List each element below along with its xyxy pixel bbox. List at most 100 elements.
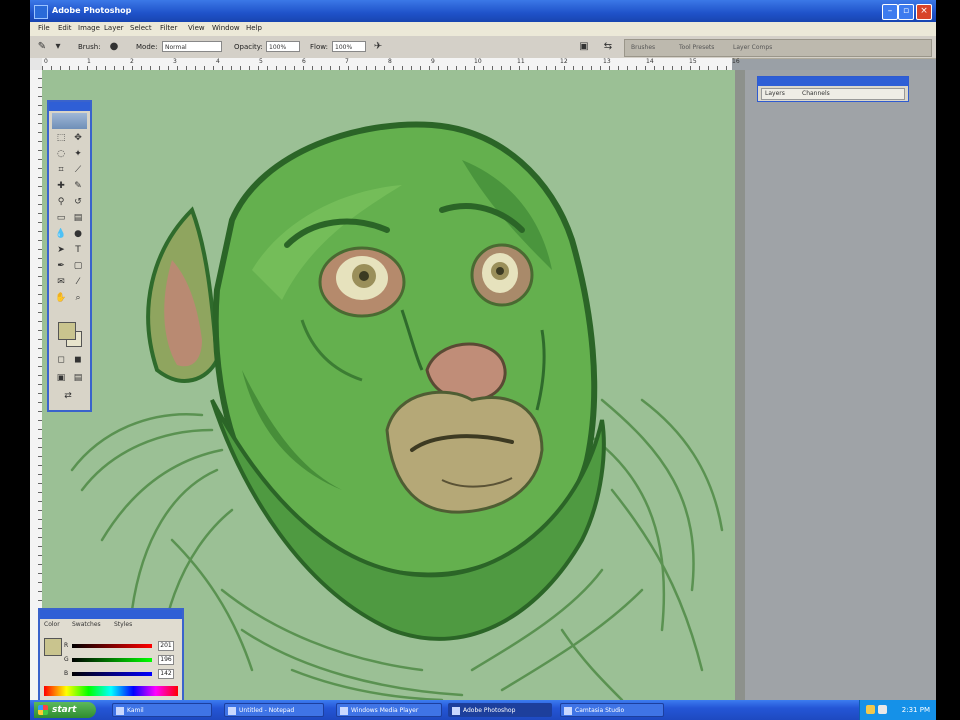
system-tray: 2:31 PM [859, 700, 936, 720]
clone-stamp-icon[interactable]: ⚲ [54, 196, 68, 209]
file-browser-icon[interactable]: ▣ [578, 41, 590, 53]
crop-tool-icon[interactable]: ⌗ [54, 164, 68, 177]
taskbar: start Kamil Untitled - Notepad Windows M… [30, 700, 936, 720]
folder-icon [116, 707, 124, 715]
close-button[interactable]: × [916, 4, 932, 20]
screen-mode-full-icon[interactable]: ▤ [71, 372, 85, 385]
healing-brush-icon[interactable]: ✚ [54, 180, 68, 193]
menu-window[interactable]: Window [212, 24, 240, 32]
menu-select[interactable]: Select [130, 24, 152, 32]
dodge-tool-icon[interactable]: ● [71, 228, 85, 241]
taskbar-item-camtasia[interactable]: Camtasia Studio [560, 703, 664, 717]
document-canvas[interactable] [42, 70, 735, 700]
menu-edit[interactable]: Edit [58, 24, 72, 32]
standard-mode-icon[interactable]: ◻ [54, 354, 68, 367]
taskbar-item-notepad[interactable]: Untitled - Notepad [224, 703, 324, 717]
flow-field[interactable]: 100% [332, 41, 366, 52]
notes-tool-icon[interactable]: ✉ [54, 276, 68, 289]
move-tool-icon[interactable]: ✥ [71, 132, 85, 145]
menu-layer[interactable]: Layer [104, 24, 124, 32]
clock[interactable]: 2:31 PM [902, 700, 930, 720]
pen-tool-icon[interactable]: ✒ [54, 260, 68, 273]
horizontal-ruler[interactable]: 0 1 2 3 4 5 6 7 8 9 10 11 12 13 14 15 16 [42, 58, 740, 70]
taskbar-item-kamil[interactable]: Kamil [112, 703, 212, 717]
flow-label: Flow: [310, 43, 328, 51]
mode-select[interactable]: Normal [162, 41, 222, 52]
minimize-button[interactable]: – [882, 4, 898, 20]
tools-palette-header[interactable] [49, 102, 90, 111]
path-selection-icon[interactable]: ➤ [54, 244, 68, 257]
menu-view[interactable]: View [188, 24, 205, 32]
slider-b[interactable] [72, 672, 152, 676]
layers-palette[interactable]: Layers Channels [757, 76, 909, 102]
value-g[interactable]: 196 [158, 655, 174, 665]
taskbar-item-photoshop[interactable]: Adobe Photoshop [448, 703, 552, 717]
brush-tool-icon[interactable]: ✎ [36, 41, 48, 53]
menu-file[interactable]: File [38, 24, 50, 32]
tab-brushes[interactable]: Brushes [631, 44, 655, 51]
airbrush-icon[interactable]: ✈ [372, 41, 384, 53]
tab-styles[interactable]: Styles [114, 621, 132, 628]
ruler-mark: 11 [517, 58, 525, 65]
tab-swatches[interactable]: Swatches [72, 621, 101, 628]
taskbar-item-media-player[interactable]: Windows Media Player [336, 703, 442, 717]
brush-preview-icon[interactable]: ● [108, 41, 120, 53]
color-spectrum-ramp[interactable] [44, 686, 178, 696]
brush-label: Brush: [78, 43, 101, 51]
tab-tool-presets[interactable]: Tool Presets [679, 44, 714, 51]
menu-help[interactable]: Help [246, 24, 262, 32]
eyedropper-icon[interactable]: ⁄ [71, 276, 85, 289]
title-bar[interactable]: Adobe Photoshop – ▫ × [30, 0, 936, 22]
palette-header[interactable] [758, 77, 908, 86]
eraser-tool-icon[interactable]: ▭ [54, 212, 68, 225]
vertical-ruler[interactable] [30, 70, 42, 700]
magic-wand-icon[interactable]: ✦ [71, 148, 85, 161]
ruler-mark: 8 [388, 58, 392, 65]
marquee-tool-icon[interactable]: ⬚ [54, 132, 68, 145]
screen-mode-standard-icon[interactable]: ▣ [54, 372, 68, 385]
photoshop-feather-logo[interactable] [52, 113, 87, 129]
gradient-tool-icon[interactable]: ▤ [71, 212, 85, 225]
tab-color[interactable]: Color [44, 621, 60, 628]
hand-tool-icon[interactable]: ✋ [54, 292, 68, 305]
ruler-mark: 2 [130, 58, 134, 65]
start-button[interactable]: start [34, 702, 96, 718]
maximize-button[interactable]: ▫ [898, 4, 914, 20]
lasso-tool-icon[interactable]: ◌ [54, 148, 68, 161]
quick-mask-icon[interactable]: ◼ [71, 354, 85, 367]
tool-preset-chevron-icon[interactable]: ▾ [52, 41, 64, 53]
ruler-mark: 12 [560, 58, 568, 65]
toggle-palettes-icon[interactable]: ⇆ [602, 41, 614, 53]
pasteboard [735, 70, 745, 700]
color-palette-header[interactable] [40, 610, 182, 619]
blur-tool-icon[interactable]: 💧 [54, 228, 68, 241]
zoom-tool-icon[interactable]: ⌕ [71, 292, 85, 305]
tray-volume-icon[interactable] [866, 705, 875, 714]
mode-label: Mode: [136, 43, 158, 51]
ruler-mark: 0 [44, 58, 48, 65]
jump-to-imageready-icon[interactable]: ⇄ [61, 390, 75, 403]
windows-logo-icon [38, 705, 48, 715]
menu-image[interactable]: Image [78, 24, 100, 32]
tray-network-icon[interactable] [878, 705, 887, 714]
tab-channels[interactable]: Channels [802, 90, 830, 97]
history-brush-icon[interactable]: ↺ [71, 196, 85, 209]
slider-label-r: R [64, 642, 69, 649]
value-b[interactable]: 142 [158, 669, 174, 679]
shape-tool-icon[interactable]: ▢ [71, 260, 85, 273]
ruler-origin[interactable] [30, 58, 42, 70]
tab-layers[interactable]: Layers [765, 90, 785, 97]
slice-tool-icon[interactable]: ⟋ [71, 164, 85, 177]
tab-layer-comps[interactable]: Layer Comps [733, 44, 772, 51]
foreground-color-chip[interactable] [44, 638, 62, 656]
slider-label-g: G [64, 656, 69, 663]
foreground-color-swatch[interactable] [58, 322, 76, 340]
brush-tool-icon[interactable]: ✎ [71, 180, 85, 193]
opacity-field[interactable]: 100% [266, 41, 300, 52]
slider-g[interactable] [72, 658, 152, 662]
slider-r[interactable] [72, 644, 152, 648]
type-tool-icon[interactable]: T [71, 244, 85, 257]
value-r[interactable]: 201 [158, 641, 174, 651]
menu-filter[interactable]: Filter [160, 24, 177, 32]
ruler-mark: 9 [431, 58, 435, 65]
